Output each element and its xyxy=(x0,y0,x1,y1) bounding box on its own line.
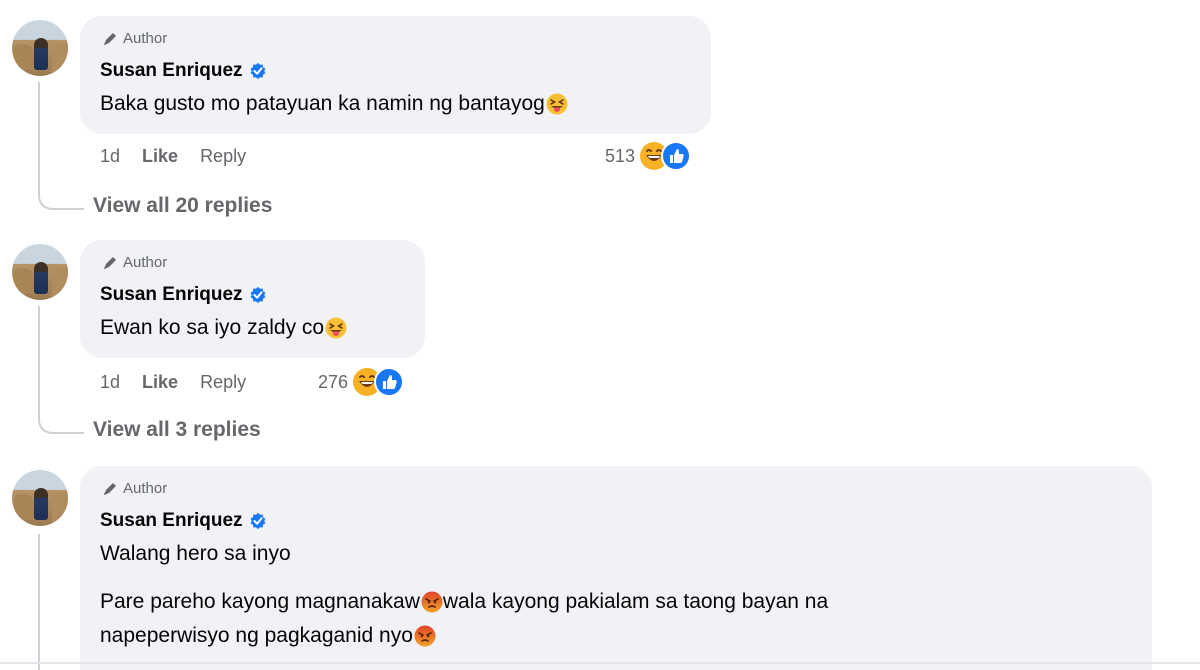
angry-face-emoji xyxy=(421,591,443,613)
like-reaction-icon xyxy=(661,141,692,171)
thread-line xyxy=(38,534,40,670)
pen-icon xyxy=(104,32,116,45)
pen-icon xyxy=(104,482,116,495)
squinting-tongue-emoji xyxy=(546,93,568,115)
comment-paragraph-1: Walang hero sa inyo xyxy=(100,542,291,565)
comment-bubble: Author Susan Enriquez Walang hero sa iny… xyxy=(80,466,1152,670)
author-tag-label: Author xyxy=(123,254,168,271)
view-replies-link[interactable]: View all 20 replies xyxy=(93,194,272,218)
commenter-name-text[interactable]: Susan Enriquez xyxy=(100,510,243,532)
comment-actions: 1d Like Reply xyxy=(100,372,268,393)
like-button[interactable]: Like xyxy=(142,372,178,393)
divider xyxy=(0,662,1200,664)
verified-badge-icon xyxy=(250,286,265,304)
comment-actions: 1d Like Reply xyxy=(100,146,268,167)
comment-time[interactable]: 1d xyxy=(100,146,120,167)
comment-paragraph-2-line-2: napeperwisyo ng pagkaganid nyo xyxy=(100,624,436,648)
author-tag: Author xyxy=(102,254,167,271)
verified-badge-icon xyxy=(250,512,265,530)
avatar[interactable] xyxy=(12,20,68,76)
reactions-summary[interactable]: 276 xyxy=(318,367,405,397)
comment-time[interactable]: 1d xyxy=(100,372,120,393)
comment-bubble: Author Susan Enriquez Baka gusto mo pata… xyxy=(80,16,711,134)
reactions-summary[interactable]: 513 xyxy=(605,141,692,171)
reaction-count[interactable]: 513 xyxy=(605,146,635,167)
author-tag: Author xyxy=(102,30,167,47)
avatar[interactable] xyxy=(12,470,68,526)
comment-text: Ewan ko sa iyo zaldy co xyxy=(100,316,347,340)
angry-face-emoji xyxy=(414,625,436,647)
pen-icon xyxy=(104,256,116,269)
commenter-name-text[interactable]: Susan Enriquez xyxy=(100,60,243,82)
view-replies-link[interactable]: View all 3 replies xyxy=(93,418,261,442)
commenter-name-text[interactable]: Susan Enriquez xyxy=(100,284,243,306)
squinting-tongue-emoji xyxy=(325,317,347,339)
reply-button[interactable]: Reply xyxy=(200,372,246,393)
like-reaction-icon xyxy=(374,367,405,397)
thread-line xyxy=(38,82,40,190)
thread-curve xyxy=(38,188,84,210)
reaction-count[interactable]: 276 xyxy=(318,372,348,393)
like-button[interactable]: Like xyxy=(142,146,178,167)
commenter-name[interactable]: Susan Enriquez xyxy=(100,510,267,532)
comment-text: Baka gusto mo patayuan ka namin ng banta… xyxy=(100,92,568,116)
author-tag-label: Author xyxy=(123,30,168,47)
reply-button[interactable]: Reply xyxy=(200,146,246,167)
commenter-name[interactable]: Susan Enriquez xyxy=(100,60,267,82)
thread-line xyxy=(38,306,40,414)
comment-paragraph-2-line-1: Pare pareho kayong magnanakaw wala kayon… xyxy=(100,590,829,613)
avatar[interactable] xyxy=(12,244,68,300)
thread-curve xyxy=(38,412,84,434)
commenter-name[interactable]: Susan Enriquez xyxy=(100,284,267,306)
verified-badge-icon xyxy=(250,62,265,80)
comment-bubble: Author Susan Enriquez Ewan ko sa iyo zal… xyxy=(80,240,425,358)
author-tag: Author xyxy=(102,480,167,497)
author-tag-label: Author xyxy=(123,480,168,497)
